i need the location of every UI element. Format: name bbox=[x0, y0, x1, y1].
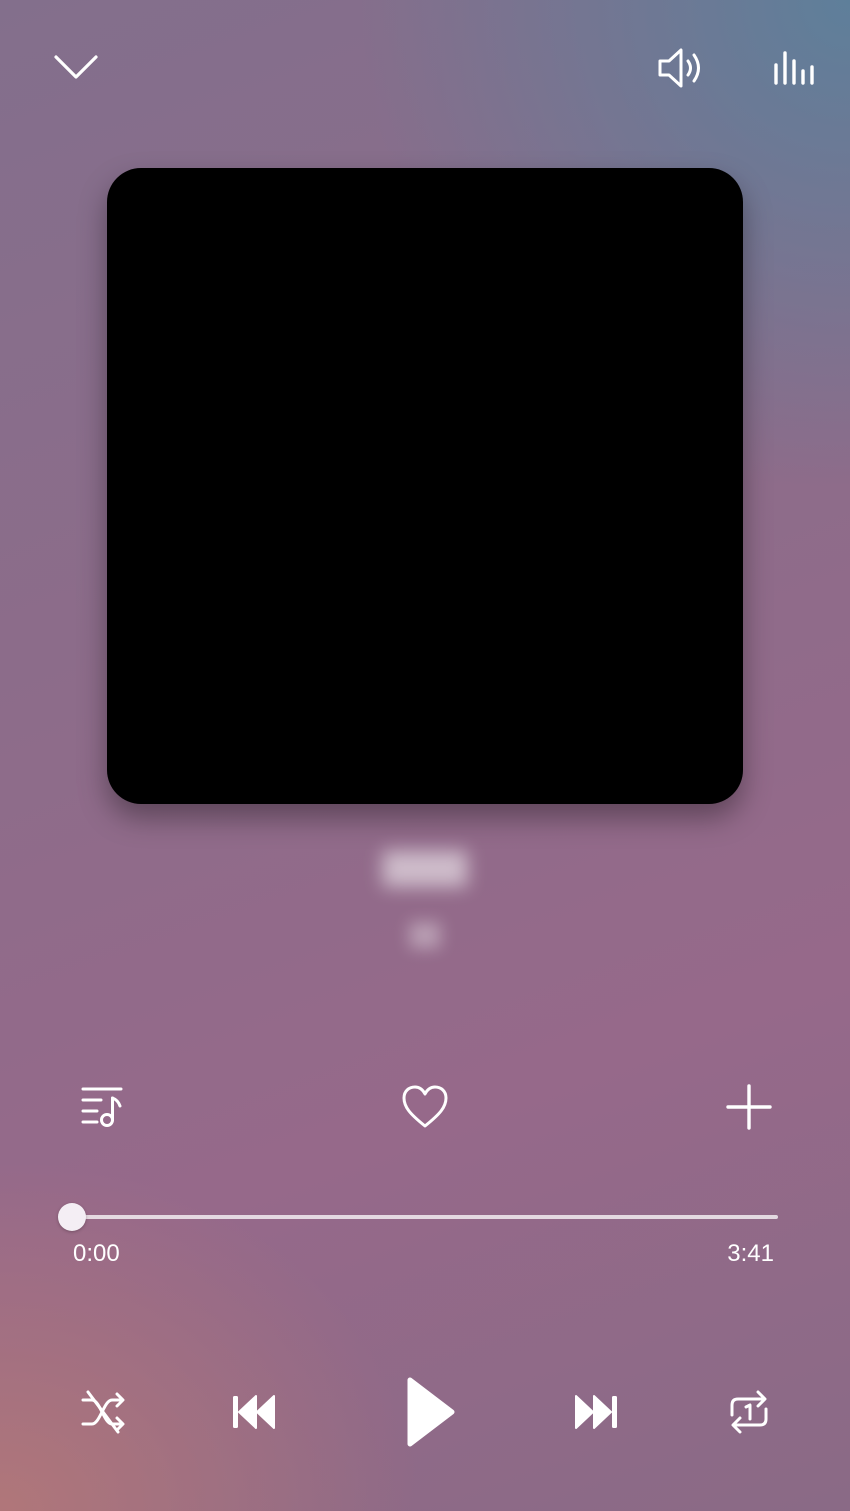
shuffle-off-icon bbox=[81, 1390, 125, 1434]
collapse-button[interactable] bbox=[48, 42, 104, 90]
total-time: 3:41 bbox=[727, 1240, 774, 1267]
heart-icon bbox=[402, 1085, 448, 1128]
song-title: ████ bbox=[382, 852, 468, 885]
queue-button[interactable] bbox=[72, 1080, 130, 1134]
play-icon bbox=[407, 1377, 455, 1447]
next-button[interactable] bbox=[568, 1386, 626, 1438]
album-artwork bbox=[107, 168, 743, 804]
play-button[interactable] bbox=[392, 1370, 464, 1454]
progress-handle[interactable] bbox=[58, 1203, 86, 1231]
plus-icon bbox=[726, 1084, 772, 1130]
shuffle-button[interactable] bbox=[74, 1384, 132, 1440]
previous-icon bbox=[233, 1395, 275, 1429]
speaker-icon bbox=[658, 48, 700, 88]
favorite-button[interactable] bbox=[396, 1080, 454, 1134]
equalizer-icon bbox=[774, 51, 814, 85]
previous-button[interactable] bbox=[224, 1386, 282, 1438]
playlist-music-icon bbox=[81, 1087, 123, 1127]
chevron-down-icon bbox=[54, 55, 98, 79]
add-button[interactable] bbox=[720, 1080, 778, 1134]
elapsed-time: 0:00 bbox=[73, 1240, 120, 1267]
volume-button[interactable] bbox=[650, 40, 710, 96]
repeat-button[interactable] bbox=[720, 1384, 778, 1440]
next-icon bbox=[575, 1395, 617, 1429]
song-artist: ██ bbox=[409, 922, 441, 947]
equalizer-button[interactable] bbox=[766, 44, 820, 90]
repeat-one-icon bbox=[730, 1390, 768, 1434]
progress-slider[interactable] bbox=[58, 1203, 778, 1231]
